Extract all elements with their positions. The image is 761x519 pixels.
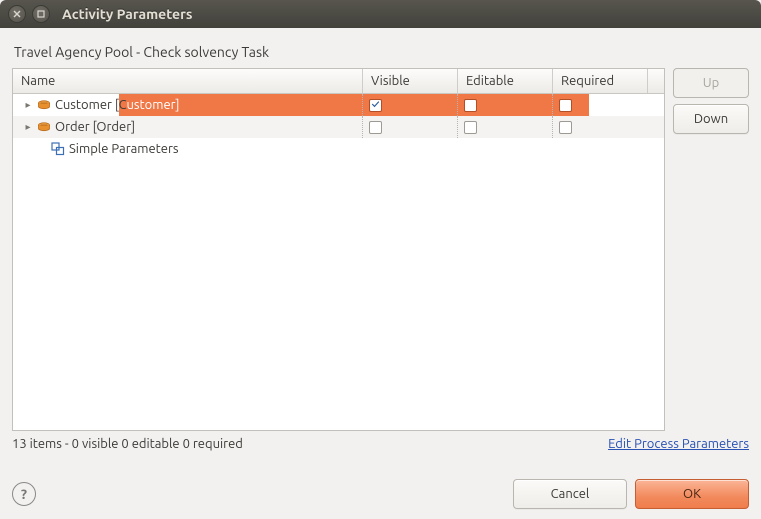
table-header: Name Visible Editable Required (13, 69, 664, 94)
cell-visible[interactable] (363, 94, 458, 116)
table-row[interactable]: ▸ Customer [Customer] (13, 94, 664, 116)
column-header-spacer (648, 69, 664, 93)
column-header-name[interactable]: Name (13, 69, 363, 93)
cell-editable[interactable] (458, 116, 553, 138)
checkbox-visible[interactable] (369, 99, 382, 112)
column-header-visible[interactable]: Visible (363, 69, 458, 93)
parameters-table: Name Visible Editable Required ▸ C (12, 68, 665, 431)
column-header-editable[interactable]: Editable (458, 69, 553, 93)
footer: ? Cancel OK (12, 479, 749, 509)
table-body[interactable]: ▸ Customer [Customer] (13, 94, 664, 430)
help-button[interactable]: ? (12, 482, 36, 506)
window-body: Travel Agency Pool - Check solvency Task… (0, 28, 761, 519)
table-row[interactable]: Simple Parameters (13, 138, 664, 160)
close-window-button[interactable] (8, 5, 26, 23)
cancel-button[interactable]: Cancel (513, 479, 627, 509)
checkbox-editable[interactable] (464, 99, 477, 112)
side-buttons: Up Down (673, 68, 749, 431)
simple-params-icon (51, 142, 65, 156)
main-row: Name Visible Editable Required ▸ C (12, 68, 749, 431)
close-icon (13, 10, 21, 18)
ok-button[interactable]: OK (635, 479, 749, 509)
status-row: 13 items - 0 visible 0 editable 0 requir… (12, 437, 749, 451)
checkbox-required[interactable] (559, 121, 572, 134)
class-icon (37, 98, 51, 112)
column-header-required[interactable]: Required (553, 69, 648, 93)
cell-name: ▸ Order [Order] (13, 116, 363, 138)
checkbox-required[interactable] (559, 99, 572, 112)
minimize-icon (37, 10, 45, 18)
checkbox-visible[interactable] (369, 121, 382, 134)
cell-editable[interactable] (458, 94, 553, 116)
row-label: Simple Parameters (69, 142, 179, 156)
up-button[interactable]: Up (673, 68, 749, 98)
checkbox-editable[interactable] (464, 121, 477, 134)
expand-toggle[interactable]: ▸ (23, 99, 33, 111)
table-row[interactable]: ▸ Order [Order] (13, 116, 664, 138)
edit-process-parameters-link[interactable]: Edit Process Parameters (608, 437, 749, 451)
down-button[interactable]: Down (673, 104, 749, 134)
status-text: 13 items - 0 visible 0 editable 0 requir… (12, 437, 243, 451)
row-label: Order [Order] (55, 120, 135, 134)
cell-name: ▸ Customer [Customer] (13, 94, 363, 116)
help-icon: ? (21, 486, 27, 502)
cell-required[interactable] (553, 94, 648, 116)
class-icon (37, 120, 51, 134)
window-title: Activity Parameters (62, 6, 192, 22)
context-subtitle: Travel Agency Pool - Check solvency Task (14, 44, 747, 60)
cell-name: Simple Parameters (13, 138, 363, 160)
row-label: Customer [Customer] (55, 98, 180, 112)
expand-toggle[interactable]: ▸ (23, 121, 33, 133)
titlebar: Activity Parameters (0, 0, 761, 28)
cell-visible[interactable] (363, 116, 458, 138)
minimize-window-button[interactable] (32, 5, 50, 23)
cell-required[interactable] (553, 116, 648, 138)
